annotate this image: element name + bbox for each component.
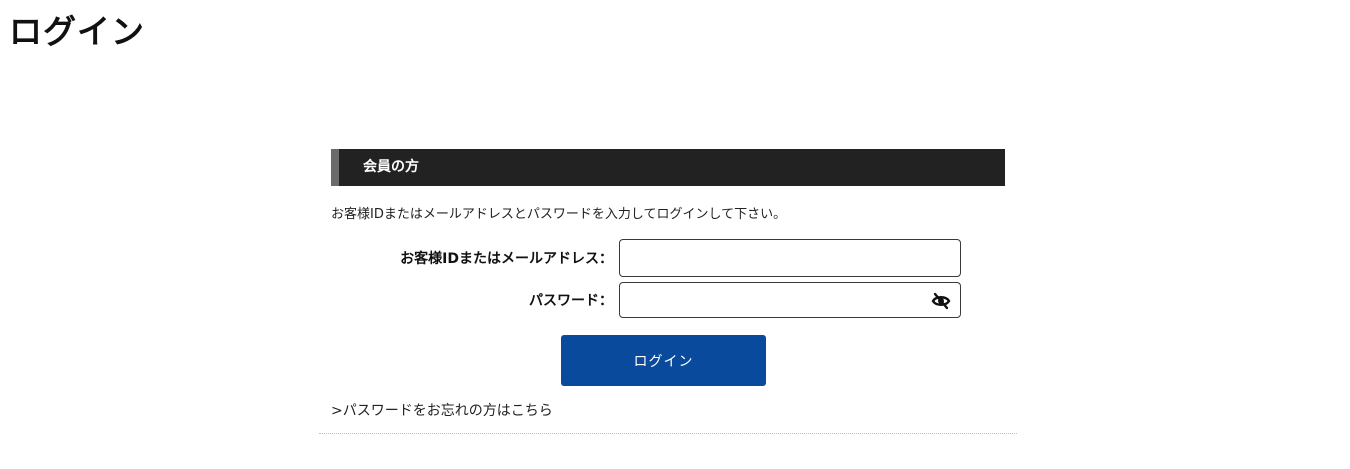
eye-slash-icon[interactable]	[931, 291, 951, 311]
page-title: ログイン	[9, 12, 145, 51]
member-section-header: 会員の方	[331, 149, 1005, 186]
login-instruction: お客様IDまたはメールアドレスとパスワードを入力してログインして下さい。	[331, 207, 787, 222]
password-input[interactable]	[620, 283, 910, 317]
section-divider	[319, 433, 1017, 434]
password-field-label: パスワード：	[529, 293, 613, 309]
id-field-label: お客様IDまたはメールアドレス：	[400, 251, 613, 267]
id-email-input[interactable]	[620, 240, 910, 276]
login-button[interactable]: ログイン	[561, 335, 766, 386]
forgot-password-link[interactable]: >パスワードをお忘れの方はこちら	[331, 401, 553, 421]
id-field-box	[619, 239, 961, 277]
member-login-section: 会員の方 お客様IDまたはメールアドレスとパスワードを入力してログインして下さい…	[331, 149, 1005, 419]
password-field-box	[619, 282, 961, 318]
id-row: お客様IDまたはメールアドレス：	[331, 239, 1005, 277]
password-row: パスワード：	[331, 282, 1005, 318]
